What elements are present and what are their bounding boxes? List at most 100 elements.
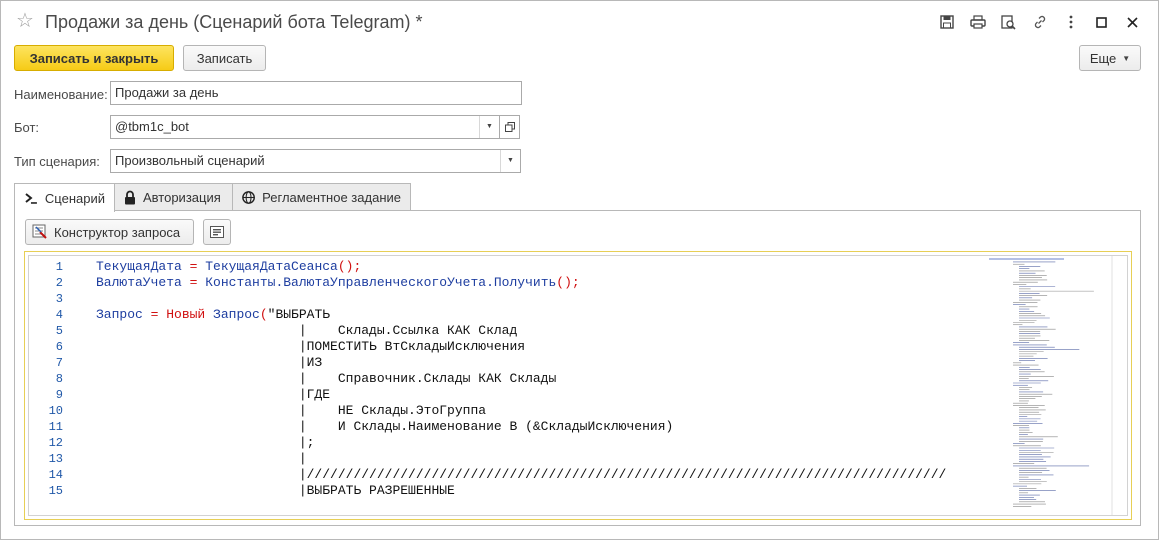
code-token: |ИЗ xyxy=(96,355,323,370)
line-number: 6 xyxy=(55,340,63,354)
code-line[interactable]: | Склады.Ссылка КАК Склад xyxy=(96,323,517,339)
code-token: (); xyxy=(556,275,580,290)
code-token: | xyxy=(96,451,307,466)
bot-open-button[interactable] xyxy=(500,115,520,139)
tab-authorization[interactable]: Авторизация xyxy=(114,183,233,211)
save-icon[interactable] xyxy=(931,11,962,33)
line-number: 11 xyxy=(48,420,63,434)
bot-input[interactable]: @tbm1c_bot ▼ xyxy=(110,115,500,139)
print-icon[interactable] xyxy=(962,11,993,33)
tab-scenario[interactable]: Сценарий xyxy=(14,183,115,212)
favorite-star-icon[interactable]: ☆ xyxy=(16,11,34,31)
code-token: Запрос xyxy=(96,307,143,322)
line-number: 2 xyxy=(55,276,63,290)
code-line[interactable]: |ГДЕ xyxy=(96,387,330,403)
code-line[interactable]: | xyxy=(96,451,307,467)
code-token: Константы.ВалютаУправленческогоУчета.Пол… xyxy=(205,275,557,290)
line-number-gutter: 1 2 3 4 5 6 7 8 9 10 11 12 13 14 15 xyxy=(29,256,75,515)
tab-scheduled-job-label: Регламентное задание xyxy=(262,190,401,205)
title-bar: ☆ Продажи за день (Сценарий бота Telegra… xyxy=(1,1,1158,41)
link-icon[interactable] xyxy=(1024,11,1055,33)
code-line[interactable]: |; xyxy=(96,435,315,451)
save-button[interactable]: Записать xyxy=(183,45,266,71)
line-number: 12 xyxy=(48,436,63,450)
window-title: Продажи за день (Сценарий бота Telegram)… xyxy=(45,12,423,32)
code-token: |///////////////////////////////////////… xyxy=(96,467,947,482)
code-editor[interactable]: 1 2 3 4 5 6 7 8 9 10 11 12 13 14 15 ТекущаяДата = Теку… xyxy=(28,255,1128,516)
query-constructor-button[interactable]: Конструктор запроса xyxy=(25,219,194,245)
more-button[interactable]: Еще ▼ xyxy=(1079,45,1141,71)
code-line[interactable]: |///////////////////////////////////////… xyxy=(96,467,947,483)
code-token: Запрос xyxy=(205,307,260,322)
tab-scheduled-job[interactable]: Регламентное задание xyxy=(232,183,411,211)
dropdown-arrow-icon: ▼ xyxy=(507,157,514,164)
code-line[interactable]: |ПОМЕСТИТЬ ВтСкладыИсключения xyxy=(96,339,525,355)
more-button-label: Еще xyxy=(1089,50,1117,66)
line-number: 3 xyxy=(55,292,63,306)
lock-icon xyxy=(125,190,135,205)
title-bar-actions xyxy=(931,11,1148,33)
chevron-down-icon: ▼ xyxy=(1122,53,1131,63)
save-and-close-button[interactable]: Записать и закрыть xyxy=(14,45,174,71)
bot-dropdown-button[interactable]: ▼ xyxy=(479,116,499,138)
tab-scenario-label: Сценарий xyxy=(44,190,105,206)
code-token: ТекущаяДата xyxy=(96,259,182,274)
code-line[interactable]: ТекущаяДата = ТекущаяДатаСеанса(); xyxy=(96,259,361,275)
type-label: Тип сценария: xyxy=(14,154,100,169)
bot-value: @tbm1c_bot xyxy=(115,119,189,134)
line-number: 15 xyxy=(48,484,63,498)
name-input[interactable]: Продажи за день xyxy=(110,81,522,105)
type-dropdown-button[interactable]: ▼ xyxy=(500,150,520,172)
code-line[interactable]: | И Склады.Наименование В (&СкладыИсключ… xyxy=(96,419,673,435)
name-label: Наименование: xyxy=(14,87,108,102)
terminal-icon xyxy=(25,193,37,204)
code-line[interactable]: | НЕ Склады.ЭтоГруппа xyxy=(96,403,486,419)
form-window: ☆ Продажи за день (Сценарий бота Telegra… xyxy=(0,0,1159,540)
preview-icon[interactable] xyxy=(993,11,1024,33)
bot-label: Бот: xyxy=(14,120,40,135)
code-token: | Склады.Ссылка КАК Склад xyxy=(96,323,518,338)
tab-authorization-label: Авторизация xyxy=(143,190,221,205)
form-list-icon xyxy=(210,226,224,238)
code-token: (); xyxy=(337,259,362,274)
globe-icon xyxy=(242,191,255,204)
query-constructor-label: Конструктор запроса xyxy=(54,224,181,240)
code-line[interactable]: Запрос = Новый Запрос("ВЫБРАТЬ xyxy=(96,307,330,323)
line-number: 7 xyxy=(55,356,63,370)
code-token: = xyxy=(181,275,206,290)
maximize-icon[interactable] xyxy=(1086,11,1117,33)
line-number: 4 xyxy=(55,308,63,322)
line-number: 14 xyxy=(48,468,63,482)
close-icon[interactable] xyxy=(1117,11,1148,33)
line-number: 10 xyxy=(48,404,63,418)
code-token: ( xyxy=(259,307,268,322)
type-value: Произвольный сценарий xyxy=(115,153,265,168)
line-number: 5 xyxy=(55,324,63,338)
code-token: |ВЫБРАТЬ РАЗРЕШЕННЫЕ xyxy=(96,483,455,498)
line-number: 1 xyxy=(55,260,63,274)
query-builder-icon xyxy=(32,224,47,239)
code-token: | Справочник.Склады КАК Склады xyxy=(96,371,557,386)
code-line[interactable]: ВалютаУчета = Константы.ВалютаУправленче… xyxy=(96,275,580,291)
code-token: | И Склады.Наименование В (&СкладыИсключ… xyxy=(96,419,674,434)
code-token: ТекущаяДатаСеанса xyxy=(205,259,338,274)
code-token: | НЕ Склады.ЭтоГруппа xyxy=(96,403,487,418)
code-token: |; xyxy=(96,435,315,450)
code-token: |ПОМЕСТИТЬ ВтСкладыИсключения xyxy=(96,339,526,354)
code-minimap[interactable] xyxy=(989,256,1128,515)
code-token: |ГДЕ xyxy=(96,387,331,402)
code-editor-frame: 1 2 3 4 5 6 7 8 9 10 11 12 13 14 15 ТекущаяДата = Теку… xyxy=(24,251,1132,520)
code-line[interactable]: |ВЫБРАТЬ РАЗРЕШЕННЫЕ xyxy=(96,483,455,499)
type-select[interactable]: Произвольный сценарий ▼ xyxy=(110,149,521,173)
code-token: "ВЫБРАТЬ xyxy=(267,307,331,322)
code-token: = xyxy=(142,307,167,322)
dropdown-arrow-icon: ▼ xyxy=(486,123,493,130)
code-settings-button[interactable] xyxy=(203,219,231,245)
open-window-icon xyxy=(504,122,515,132)
code-token: ВалютаУчета xyxy=(96,275,182,290)
more-vertical-icon[interactable] xyxy=(1055,11,1086,33)
code-line[interactable]: | Справочник.Склады КАК Склады xyxy=(96,371,556,387)
code-token: = xyxy=(181,259,206,274)
code-line[interactable]: |ИЗ xyxy=(96,355,322,371)
line-number: 8 xyxy=(55,372,63,386)
